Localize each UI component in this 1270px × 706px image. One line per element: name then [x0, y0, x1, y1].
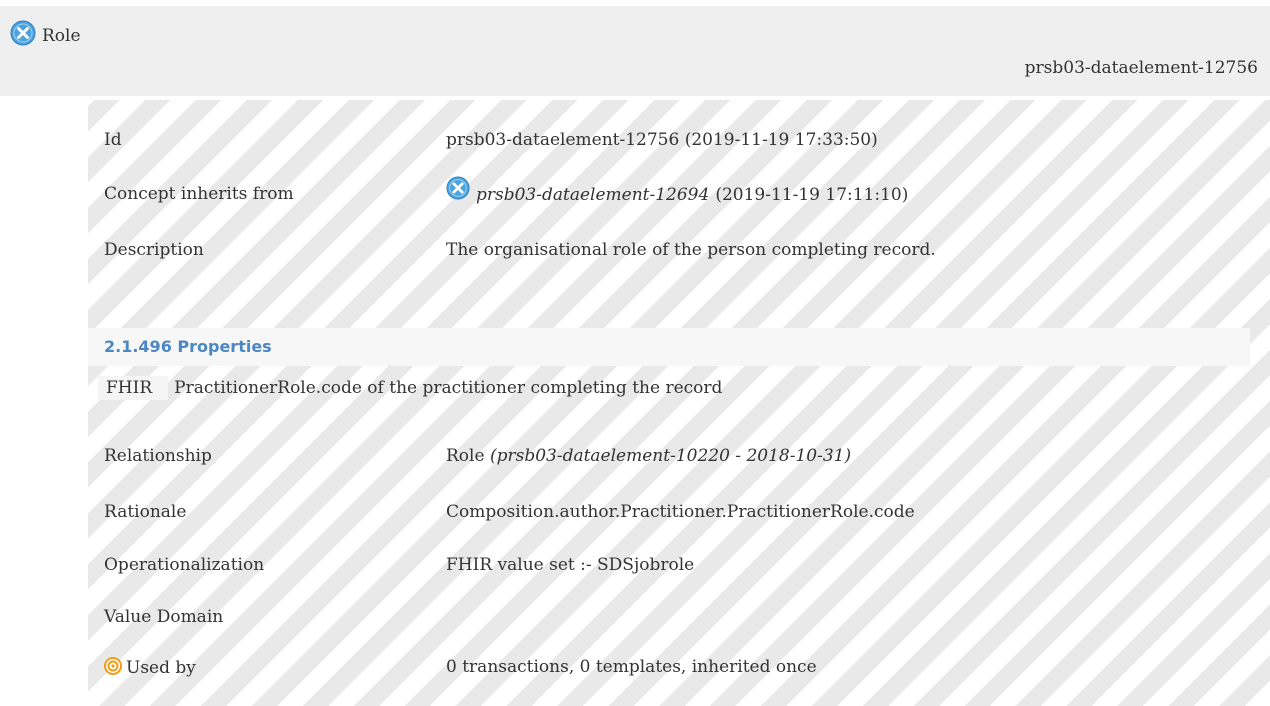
concept-x-icon[interactable] — [10, 20, 36, 46]
concept-details-panel: Id prsb03-dataelement-12756 (2019-11-19 … — [88, 100, 1270, 706]
concept-title: Role — [10, 20, 81, 46]
inherits-label: Concept inherits from — [104, 184, 294, 204]
operationalization-value: FHIR value set :- SDSjobrole — [446, 555, 695, 575]
rationale-value: Composition.author.Practitioner.Practiti… — [446, 502, 915, 522]
value-domain-label: Value Domain — [104, 607, 224, 627]
relationship-label: Relationship — [104, 446, 212, 466]
properties-title[interactable]: 2.1.496 Properties — [104, 337, 272, 356]
inherits-ref-link[interactable]: prsb03-dataelement-12694 — [476, 185, 709, 205]
description-value: The organisational role of the person co… — [446, 240, 936, 260]
properties-section: 2.1.496 Properties — [88, 328, 1250, 366]
target-icon — [104, 657, 122, 675]
id-label: Id — [104, 130, 122, 150]
fhir-text: PractitionerRole.code of the practitione… — [174, 378, 723, 398]
description-label: Description — [104, 240, 204, 260]
operationalization-label: Operationalization — [104, 555, 265, 575]
inherited-concept-x-icon[interactable] — [446, 176, 470, 205]
fhir-property: FHIR PractitionerRole.code of the practi… — [98, 376, 722, 400]
rationale-label: Rationale — [104, 502, 187, 522]
id-value: prsb03-dataelement-12756 (2019-11-19 17:… — [446, 130, 878, 150]
relationship-value: Role (prsb03-dataelement-10220 - 2018-10… — [446, 446, 851, 466]
concept-id: prsb03-dataelement-12756 — [1024, 58, 1258, 78]
concept-header: Role prsb03-dataelement-12756 — [0, 6, 1270, 96]
fhir-tag: FHIR — [98, 376, 169, 400]
inherits-date: (2019-11-19 17:11:10) — [715, 184, 909, 205]
inherits-value: prsb03-dataelement-12694 (2019-11-19 17:… — [446, 176, 909, 205]
used-by-label: Used by — [126, 658, 196, 678]
relationship-name: Role — [446, 446, 485, 466]
concept-title-text: Role — [42, 26, 81, 46]
used-by-value: 0 transactions, 0 templates, inherited o… — [446, 657, 817, 677]
used-by-label-wrap[interactable]: Used by — [104, 657, 196, 678]
relationship-ref-link[interactable]: (prsb03-dataelement-10220 - 2018-10-31) — [490, 446, 851, 466]
